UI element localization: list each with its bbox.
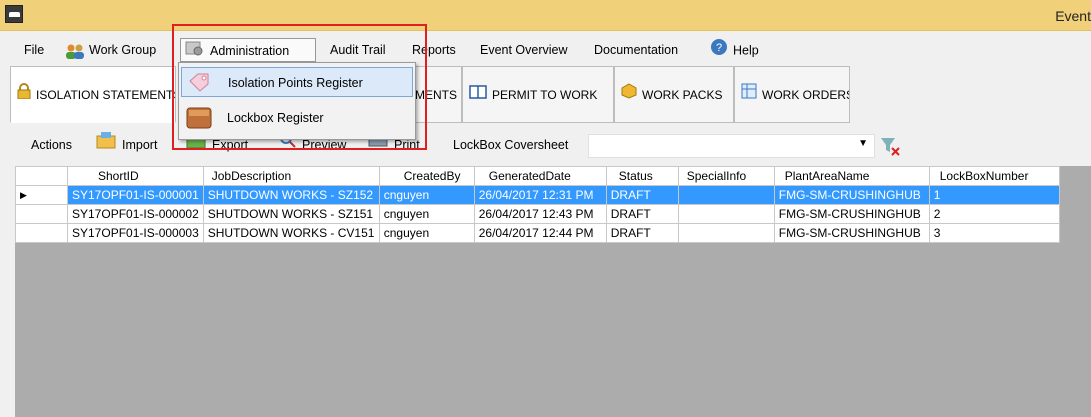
column-header[interactable]: CreatedBy xyxy=(378,166,475,186)
spreadsheet-icon xyxy=(741,67,757,122)
menu-bar: File Work Group Administration Audit Tra… xyxy=(0,38,1091,62)
clear-filter-icon xyxy=(880,138,902,159)
cell-generated-date[interactable]: 26/04/2017 12:43 PM xyxy=(473,204,607,224)
column-header[interactable]: Status xyxy=(605,166,679,186)
app-icon xyxy=(5,5,23,23)
cell-short-id[interactable]: SY17OPF01-IS-000002 xyxy=(67,204,204,224)
table-row[interactable]: ▶ SY17OPF01-IS-000001 SHUTDOWN WORKS - S… xyxy=(15,185,1060,205)
tab-isolation-statements[interactable]: ISOLATION STATEMENTS xyxy=(10,66,176,123)
tab-label: WORK ORDERS xyxy=(762,88,850,102)
chevron-down-icon[interactable]: ▼ xyxy=(858,138,868,149)
menu-help-label: Help xyxy=(733,43,759,58)
actions-label: Actions xyxy=(31,138,72,152)
svg-text:?: ? xyxy=(716,42,722,54)
tab-permit-to-work[interactable]: PERMIT TO WORK xyxy=(462,66,614,123)
cell-special-info[interactable] xyxy=(677,204,775,224)
column-header[interactable]: PlantAreaName xyxy=(773,166,930,186)
column-header[interactable]: SpecialInfo xyxy=(677,166,775,186)
highlight-box xyxy=(172,24,427,150)
cell-special-info[interactable] xyxy=(677,223,775,243)
import-button[interactable]: Import xyxy=(95,130,157,161)
lockbox-coversheet-label: LockBox Coversheet xyxy=(453,138,569,152)
cell-lockbox-number[interactable]: 3 xyxy=(928,223,1060,243)
row-selector[interactable]: ▶ xyxy=(15,185,68,205)
grid-table: ShortID JobDescription CreatedBy Generat… xyxy=(15,166,1060,243)
cell-status[interactable]: DRAFT xyxy=(605,223,679,243)
cell-job-description[interactable]: SHUTDOWN WORKS - SZ151 xyxy=(202,204,380,224)
menu-work-group[interactable]: Work Group xyxy=(60,38,160,62)
cell-short-id[interactable]: SY17OPF01-IS-000001 xyxy=(67,185,204,205)
cell-lockbox-number[interactable]: 2 xyxy=(928,204,1060,224)
cell-plant-area[interactable]: FMG-SM-CRUSHINGHUB xyxy=(773,204,930,224)
cell-plant-area[interactable]: FMG-SM-CRUSHINGHUB xyxy=(773,185,930,205)
header-row: ShortID JobDescription CreatedBy Generat… xyxy=(15,166,1060,186)
menu-event-overview[interactable]: Event Overview xyxy=(476,38,572,62)
cell-lockbox-number[interactable]: 1 xyxy=(928,185,1060,205)
column-header[interactable]: GeneratedDate xyxy=(473,166,607,186)
import-label: Import xyxy=(122,138,158,152)
menu-documentation[interactable]: Documentation xyxy=(590,38,682,62)
cell-generated-date[interactable]: 26/04/2017 12:44 PM xyxy=(473,223,607,243)
cell-status[interactable]: DRAFT xyxy=(605,204,679,224)
table-row[interactable]: SY17OPF01-IS-000003 SHUTDOWN WORKS - CV1… xyxy=(15,223,1060,243)
users-icon xyxy=(64,43,84,59)
menu-file[interactable]: File xyxy=(20,38,48,62)
column-header[interactable]: ShortID xyxy=(67,166,204,186)
help-icon: ? xyxy=(710,38,728,64)
menu-work-group-label: Work Group xyxy=(89,43,157,57)
tab-label: PERMIT TO WORK xyxy=(492,88,598,102)
window-title: Event xyxy=(1055,8,1091,24)
cell-generated-date[interactable]: 26/04/2017 12:31 PM xyxy=(473,185,607,205)
tab-work-packs[interactable]: WORK PACKS xyxy=(614,66,734,123)
row-header-corner xyxy=(15,166,68,186)
tab-label: ISOLATION STATEMENTS xyxy=(36,88,176,102)
menu-help[interactable]: ? Help xyxy=(706,38,763,62)
cell-plant-area[interactable]: FMG-SM-CRUSHINGHUB xyxy=(773,223,930,243)
cell-status[interactable]: DRAFT xyxy=(605,185,679,205)
tab-work-orders[interactable]: WORK ORDERS xyxy=(734,66,850,123)
module-tabs: ISOLATION STATEMENTS MENTS PERMIT TO WOR… xyxy=(0,66,1091,126)
cell-created-by[interactable]: cnguyen xyxy=(378,223,475,243)
book-icon xyxy=(469,67,487,122)
row-selector[interactable] xyxy=(15,204,68,224)
tab-label: WORK PACKS xyxy=(642,88,723,102)
package-icon xyxy=(621,67,637,122)
clear-filter-button[interactable] xyxy=(880,136,902,159)
cell-created-by[interactable]: cnguyen xyxy=(378,185,475,205)
table-row[interactable]: SY17OPF01-IS-000002 SHUTDOWN WORKS - SZ1… xyxy=(15,204,1060,224)
import-icon xyxy=(95,130,117,161)
cell-short-id[interactable]: SY17OPF01-IS-000003 xyxy=(67,223,204,243)
cell-job-description[interactable]: SHUTDOWN WORKS - SZ152 xyxy=(202,185,380,205)
data-grid: ShortID JobDescription CreatedBy Generat… xyxy=(15,166,1091,417)
row-selector[interactable] xyxy=(15,223,68,243)
cell-special-info[interactable] xyxy=(677,185,775,205)
lock-icon xyxy=(17,67,31,122)
cell-job-description[interactable]: SHUTDOWN WORKS - CV151 xyxy=(202,223,380,243)
column-header[interactable]: JobDescription xyxy=(202,166,380,186)
title-bar: Event xyxy=(0,0,1091,31)
column-header[interactable]: LockBoxNumber xyxy=(928,166,1060,186)
cell-created-by[interactable]: cnguyen xyxy=(378,204,475,224)
coversheet-select[interactable]: ▼ xyxy=(588,134,875,158)
